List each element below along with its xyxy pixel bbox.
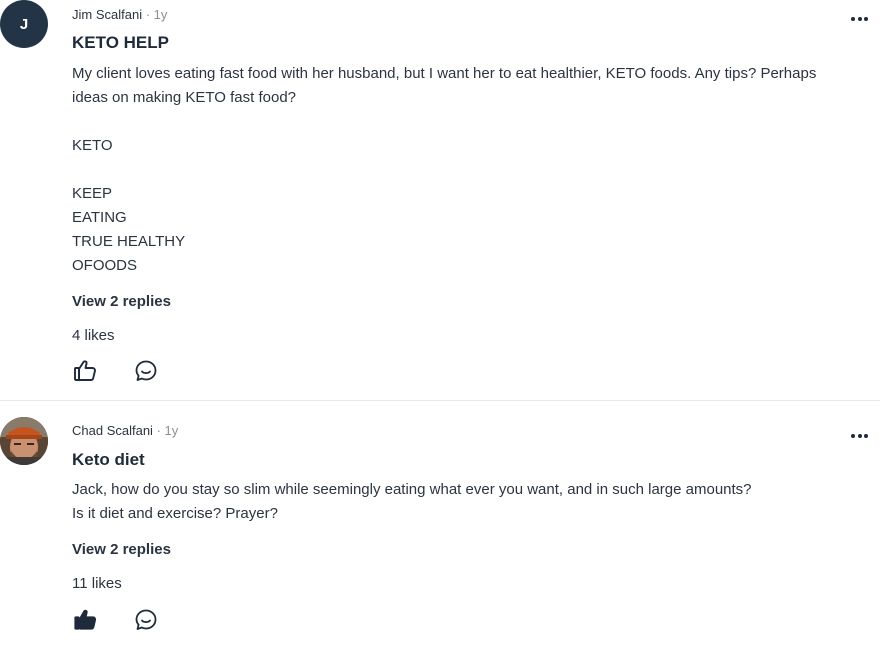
profile-photo-image [0, 417, 48, 465]
view-replies-link[interactable]: View 2 replies [72, 540, 171, 560]
thumbs-up-outline-icon[interactable] [72, 358, 98, 384]
comment-bubble-icon[interactable] [133, 607, 159, 633]
likes-count[interactable]: 11 likes [72, 574, 122, 594]
post-card: J Jim Scalfani · 1y KETO HELP My client … [0, 0, 880, 401]
post-title: Keto diet [72, 450, 145, 469]
view-replies-link[interactable]: View 2 replies [72, 292, 171, 312]
more-dot [851, 434, 855, 438]
more-dot [864, 434, 868, 438]
more-dot [851, 17, 855, 21]
body-line: Jack, how do you stay so slim while seem… [72, 481, 752, 498]
body-line [72, 110, 842, 134]
post-time: 1y [164, 423, 179, 438]
body-line [72, 158, 842, 182]
post-meta: Jim Scalfani · 1y [72, 7, 167, 23]
post-body: My client loves eating fast food with he… [72, 62, 842, 278]
body-line: KETO [72, 137, 113, 154]
post-card: Chad Scalfani · 1y Keto diet Jack, how d… [0, 401, 880, 646]
comment-bubble-icon[interactable] [133, 358, 159, 384]
post-title: KETO HELP [72, 33, 169, 52]
body-line: Is it diet and exercise? Prayer? [72, 505, 278, 522]
avatar[interactable]: J [0, 0, 48, 48]
meta-separator: · [156, 423, 161, 438]
more-options-icon[interactable] [851, 432, 868, 440]
author-name[interactable]: Chad Scalfani [72, 423, 153, 438]
avatar[interactable] [0, 417, 48, 465]
post-body: Jack, how do you stay so slim while seem… [72, 478, 842, 526]
avatar-initial: J [19, 15, 29, 33]
meta-separator: · [145, 7, 151, 22]
author-name[interactable]: Jim Scalfani [72, 7, 142, 22]
body-line: TRUE HEALTHY [72, 233, 186, 250]
post-meta: Chad Scalfani · 1y [72, 423, 178, 439]
more-dot [857, 434, 862, 438]
body-line: OFOODS [72, 257, 138, 274]
body-line: My client loves eating fast food with he… [72, 65, 817, 106]
more-dot [857, 17, 862, 21]
more-options-icon[interactable] [851, 15, 868, 23]
body-line: EATING [72, 209, 127, 226]
body-line: KEEP [72, 185, 113, 202]
thumbs-up-filled-icon[interactable] [72, 607, 98, 633]
more-dot [864, 17, 868, 21]
likes-count[interactable]: 4 likes [72, 326, 115, 346]
post-time: 1y [153, 7, 168, 22]
